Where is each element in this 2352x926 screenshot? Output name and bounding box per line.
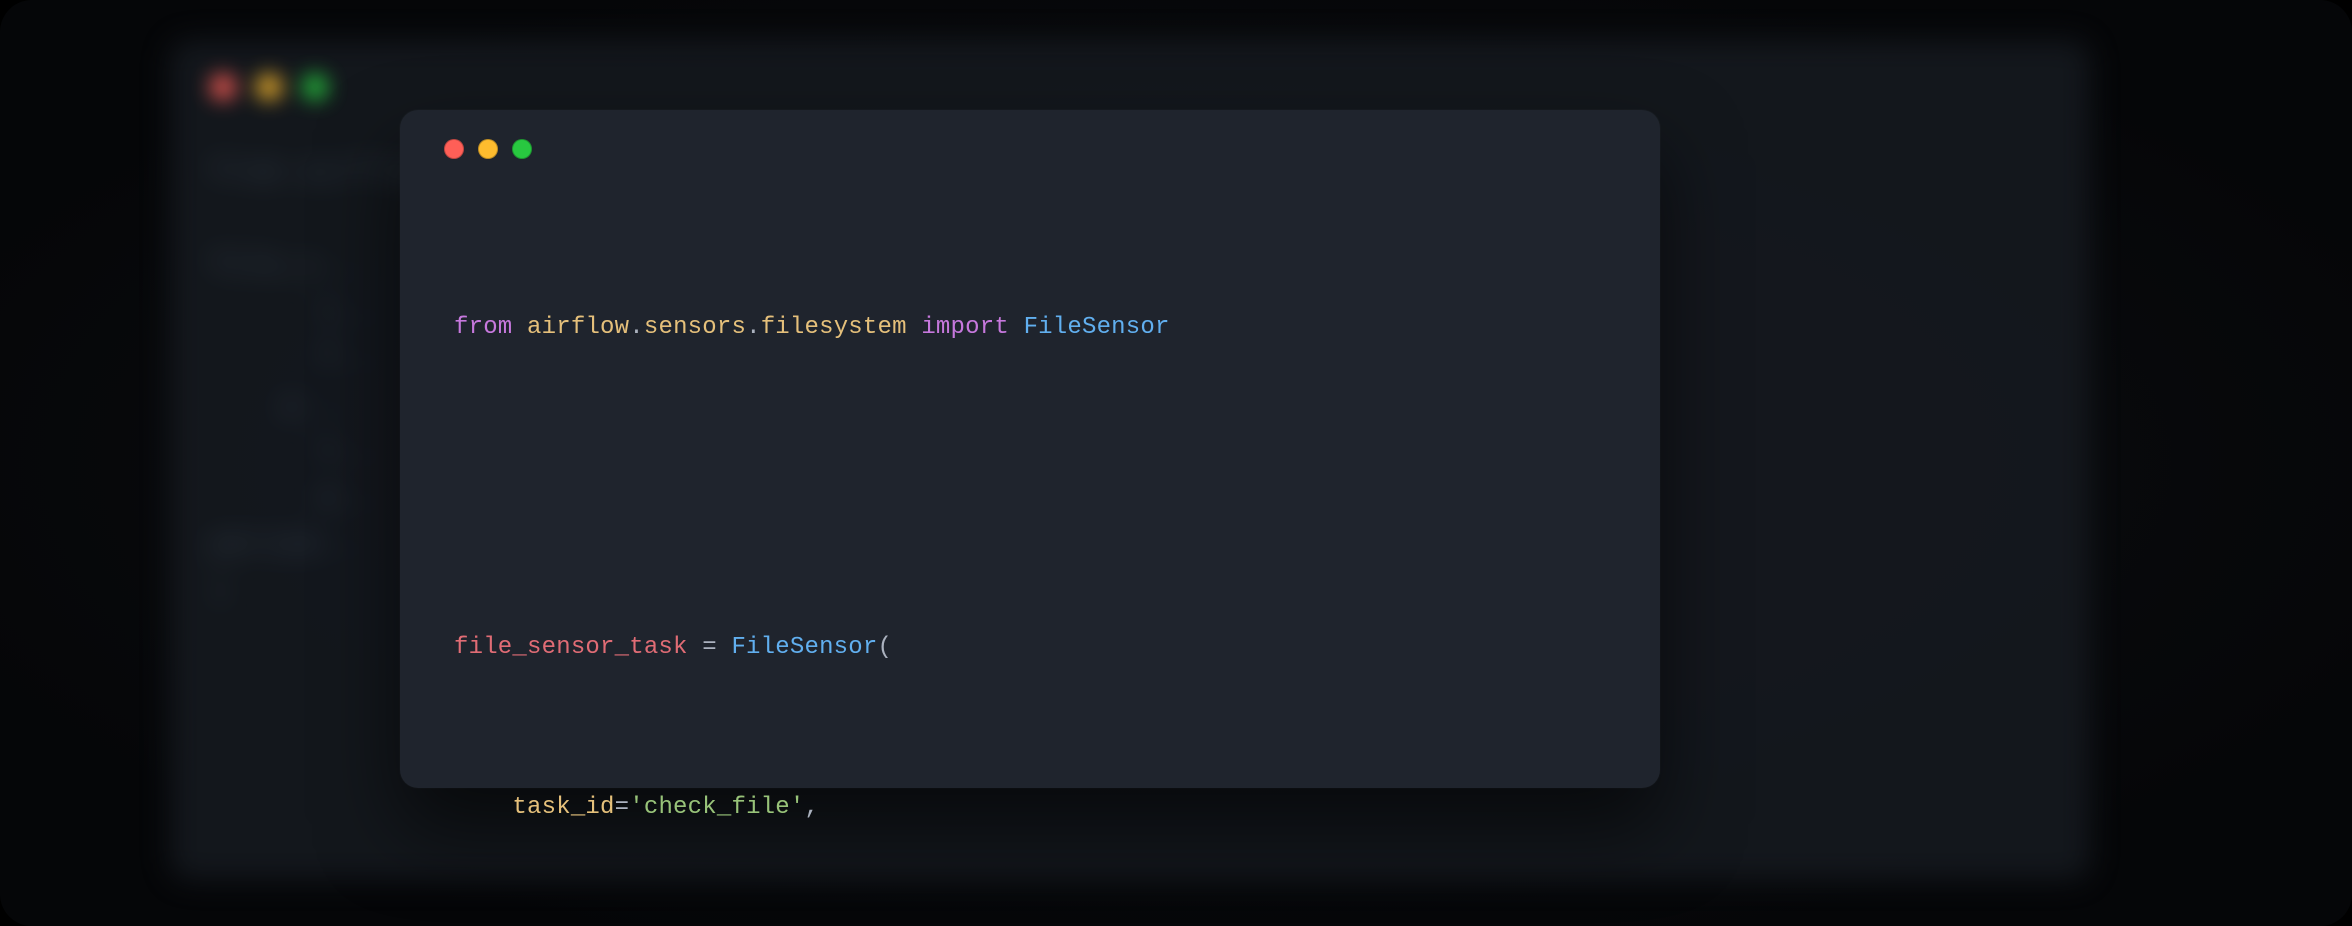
code-block: from airflow.sensors.filesystem import F… (454, 188, 1606, 926)
code-line: task_id='check_file', (454, 788, 1606, 828)
close-icon[interactable] (444, 139, 464, 159)
window-titlebar (400, 110, 1660, 188)
code-line: file_sensor_task = FileSensor( (454, 628, 1606, 668)
bg-zoom-icon (302, 74, 328, 100)
code-area[interactable]: from airflow.sensors.filesystem import F… (400, 188, 1660, 926)
bg-minimize-icon (256, 74, 282, 100)
code-line (454, 468, 1606, 508)
bg-close-icon (210, 74, 236, 100)
minimize-icon[interactable] (478, 139, 498, 159)
code-line: from airflow.sensors.filesystem import F… (454, 308, 1606, 348)
background-titlebar (210, 74, 328, 100)
zoom-icon[interactable] (512, 139, 532, 159)
stage: from airflow... file_s... t... f... p...… (0, 0, 2352, 926)
code-window: from airflow.sensors.filesystem import F… (400, 110, 1660, 788)
